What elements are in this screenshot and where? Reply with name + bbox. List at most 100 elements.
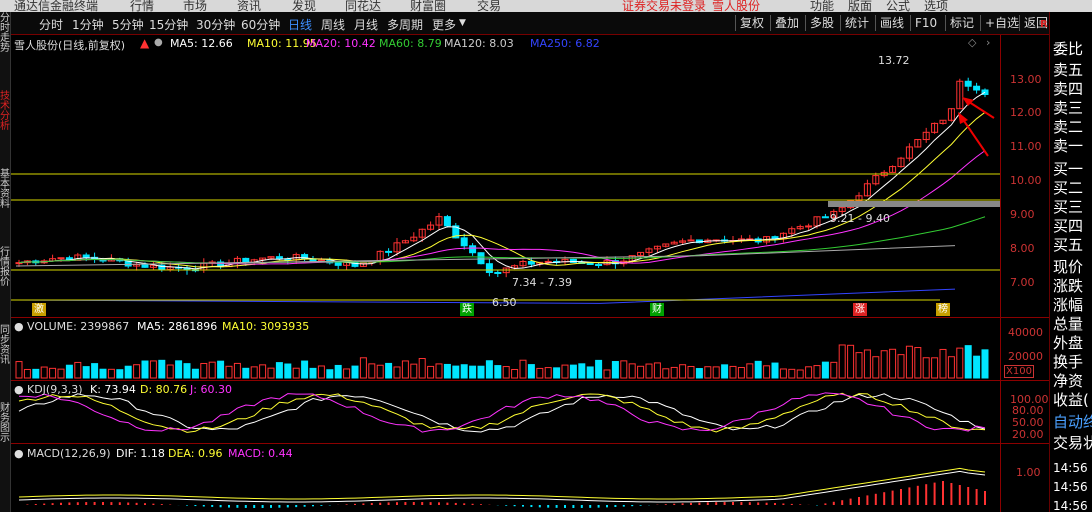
volume-bar [15, 361, 23, 379]
volume-bar [922, 357, 930, 379]
volume-bar [805, 366, 813, 379]
volume-bar [947, 356, 955, 379]
ma-line [18, 91, 986, 270]
range-label: 7.34 - 7.39 [512, 276, 572, 289]
volume-bar [292, 367, 300, 379]
volume-bar [527, 364, 535, 379]
volume-bar [628, 363, 636, 379]
info-committee-ratio: 委比 [1053, 40, 1084, 58]
volume-bar [259, 364, 267, 379]
ma250-line [15, 288, 956, 304]
volume-bar [855, 352, 863, 379]
info-auto-terminal[interactable]: 自动终 [1053, 413, 1092, 432]
candle-body [595, 264, 603, 267]
volume-bar [74, 361, 82, 379]
volume-bar [200, 362, 208, 379]
volume-bar [49, 367, 57, 379]
volume-bar [737, 366, 745, 379]
info-change: 涨跌 [1053, 277, 1084, 295]
volume-bar [267, 367, 275, 379]
event-badge[interactable]: 财 [650, 303, 664, 316]
settings-circle-icon[interactable]: ● [14, 447, 24, 460]
volume-bar [133, 364, 141, 379]
candle-body [141, 263, 149, 268]
event-badge[interactable]: 涨 [853, 303, 867, 316]
volume-bar [309, 367, 317, 379]
event-badge[interactable]: 激 [32, 303, 46, 316]
kdj-tick: 20.00 [1012, 428, 1044, 441]
info-bid2: 买二 [1053, 179, 1084, 197]
volume-bar [956, 347, 964, 379]
candle-body [385, 250, 393, 253]
volume-bar [889, 348, 897, 379]
candle-body [494, 271, 502, 274]
volume-bar [754, 360, 762, 379]
candle-body [82, 254, 90, 258]
settings-circle-icon[interactable]: ● [14, 383, 24, 396]
kdj-line [18, 393, 986, 433]
volume-bar [368, 363, 376, 379]
low-price-label: 6.50 [492, 296, 517, 309]
event-badge[interactable]: 跌 [460, 303, 474, 316]
volume-bar [561, 364, 569, 379]
volume-bar [334, 364, 342, 379]
macd-dea-legend: DEA: 0.96 [168, 447, 223, 460]
volume-bar [250, 366, 258, 379]
kdj-k-legend: K: 73.94 [90, 383, 136, 396]
volume-bar [91, 363, 99, 379]
volume-bar [981, 349, 989, 379]
event-badge[interactable]: 榜 [936, 303, 950, 316]
volume-bar [141, 360, 149, 379]
volume-bar [729, 365, 737, 379]
kdj-line [18, 392, 986, 433]
volume-bar [821, 361, 829, 379]
volume-bar [931, 357, 939, 379]
info-bid5: 买五 [1053, 236, 1084, 254]
volume-bar [502, 366, 510, 379]
volume-bar [788, 368, 796, 379]
volume-bar [964, 345, 972, 379]
volume-bar [107, 368, 115, 379]
volume-bar [40, 366, 48, 379]
volume-bar [670, 366, 678, 379]
volume-bar [166, 364, 174, 379]
candle-body [527, 260, 535, 265]
macd-dif-legend: DIF: 1.18 [116, 447, 165, 460]
pointer-arrow [961, 117, 989, 157]
volume-bar [317, 365, 325, 379]
tick-time: 14:56 [1053, 499, 1088, 512]
info-outer-volume: 外盘 [1053, 334, 1084, 352]
info-bid4: 买四 [1053, 217, 1084, 235]
volume-bar [838, 344, 846, 379]
volume-bar [284, 363, 292, 379]
volume-bar [393, 366, 401, 379]
volume-bar [233, 362, 241, 379]
volume-bar [158, 359, 166, 379]
highlight-bar [828, 201, 1000, 207]
volume-bar [32, 368, 40, 379]
kdj-j-legend: J: 60.30 [190, 383, 232, 396]
candle-body [687, 239, 695, 242]
volume-legend: VOLUME: 2399867 [27, 320, 130, 333]
volume-bar [175, 360, 183, 379]
volume-bar [410, 363, 418, 379]
candle-body [460, 237, 468, 247]
candlestick-chart[interactable] [0, 0, 1092, 512]
volume-bar [116, 369, 124, 379]
volume-bar [620, 360, 628, 379]
volume-bar [712, 366, 720, 379]
volume-bar [57, 368, 65, 379]
volume-bar [65, 364, 73, 379]
volume-ma5-legend: MA5: 2861896 [137, 320, 218, 333]
candle-body [469, 245, 477, 254]
volume-bar [704, 366, 712, 379]
settings-circle-icon[interactable]: ● [14, 320, 24, 333]
volume-bar [796, 369, 804, 379]
candle-body [821, 216, 829, 219]
volume-bar [872, 356, 880, 379]
volume-bar [939, 348, 947, 379]
volume-bar [905, 345, 913, 379]
volume-tick: 20000 [1008, 350, 1043, 363]
volume-bar [385, 362, 393, 379]
volume-bar [183, 363, 191, 379]
